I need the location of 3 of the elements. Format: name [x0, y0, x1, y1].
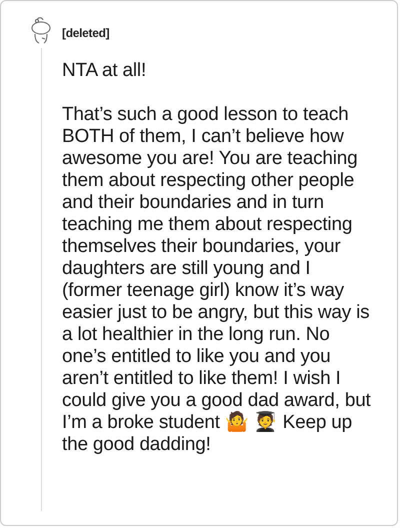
- comment-text: NTA at all!: [62, 60, 148, 82]
- username[interactable]: [deleted]: [62, 26, 373, 40]
- comment-text: That’s such a good lesson to teach BOTH of them, I can’t believe how awesome you are! You are teaching them about respecting other people and their boundaries and in turn teaching me them about respecting themselves their boundaries, your daughters are still young and I (former teenage girl) know it’s way easier just to be angry, but this way is a lot healthier in the long run. No one’s entitled to like you and you aren’t entitled to like them! I wish I could give you a good dad award, but I’m a broke student 🤷 🧑‍🎓 Keep up the good dadding!: [62, 104, 372, 456]
